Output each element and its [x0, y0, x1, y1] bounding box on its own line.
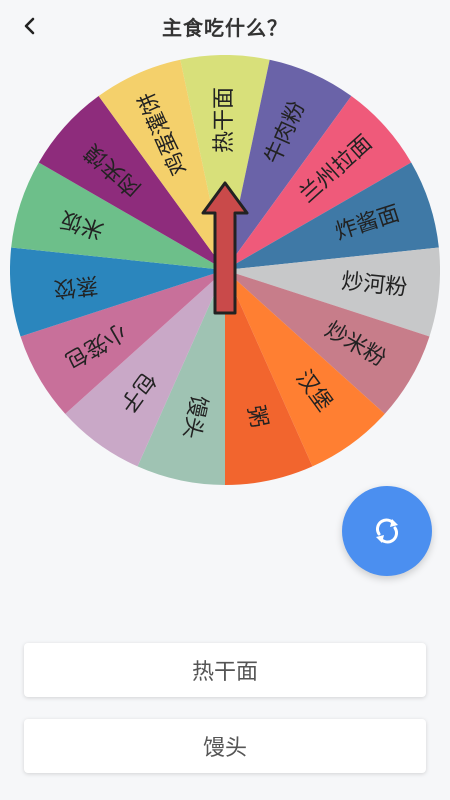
result-item[interactable]: 热干面 [24, 643, 426, 697]
wheel-segment-label: 蒸饺 [53, 271, 99, 300]
page-title: 主食吃什么？ [162, 16, 288, 40]
wheel-graphic: 热干面 牛肉粉兰州拉面炸酱面炒河粉炒米粉汉堡粥馒头包子小笼包蒸饺米饭肉夹馍鸡蛋灌饼 [10, 55, 440, 485]
result-item-label: 馒头 [202, 736, 247, 761]
refresh-icon [376, 518, 398, 544]
result-item[interactable]: 馒头 [24, 719, 426, 773]
spin-button[interactable] [342, 486, 432, 576]
spin-wheel[interactable]: 热干面 牛肉粉 兰州拉面 炸酱面 炒河粉 炒米粉 汉堡粥馒头 包子 小笼包 蒸饺 米饭 肉夹馍 鸡蛋灌饼 [10, 55, 440, 485]
result-item-label: 热干面 [191, 660, 258, 685]
wheel-segment-label: 热干面 [212, 87, 237, 153]
header: 主食吃什么？ [0, 0, 450, 52]
